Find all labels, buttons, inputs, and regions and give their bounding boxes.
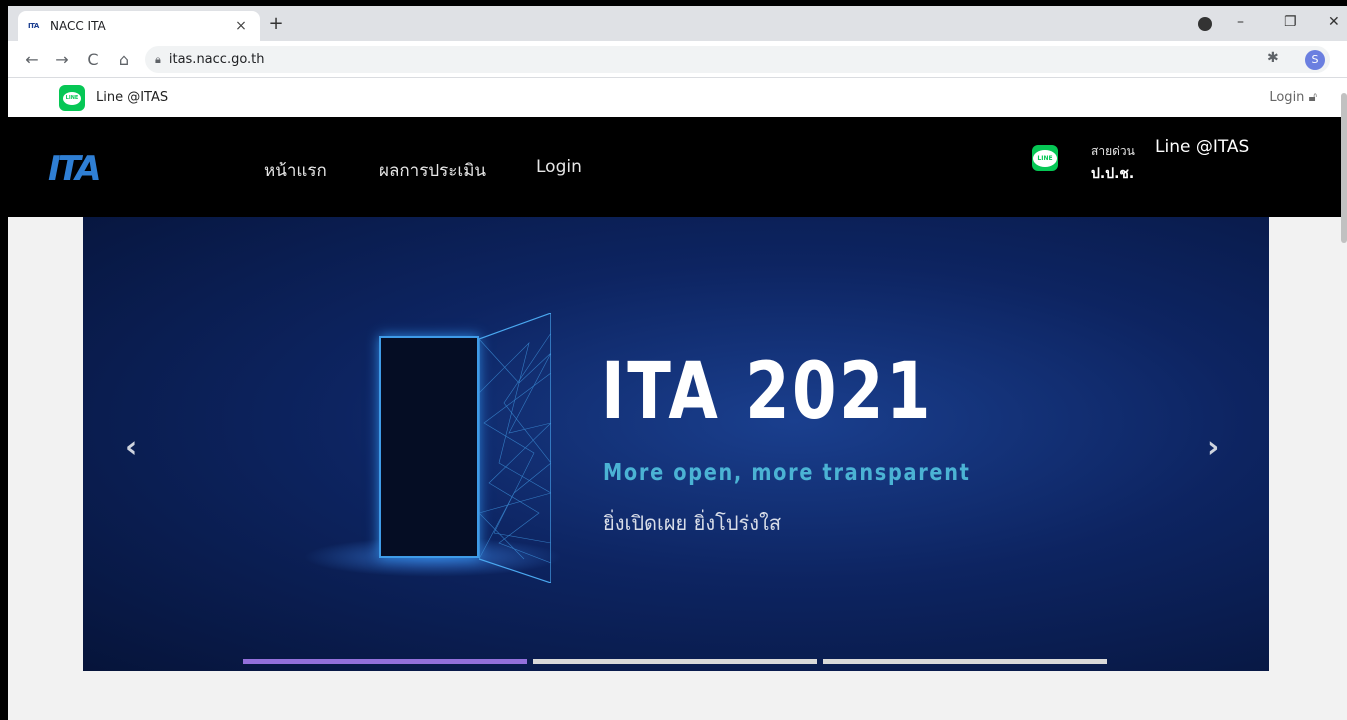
- nav-login[interactable]: Login: [536, 157, 582, 177]
- main-navbar: ITA หน้าแรก ผลการประเมิน Login LINE สายด…: [8, 117, 1347, 217]
- home-button[interactable]: ⌂: [115, 50, 133, 69]
- restore-button[interactable]: ❐: [1284, 14, 1297, 30]
- browser-toolbar: ← → C ⌂ 🔒︎ itas.nacc.go.th ☆ ✱ S ⋮: [8, 41, 1347, 78]
- address-bar[interactable]: 🔒︎ itas.nacc.go.th ☆: [145, 46, 1330, 73]
- tab-close-icon[interactable]: ×: [232, 18, 250, 34]
- hotline-line-id[interactable]: Line @ITAS: [1155, 137, 1249, 157]
- url-text: itas.nacc.go.th: [168, 52, 265, 67]
- tab-title: NACC ITA: [50, 19, 106, 33]
- close-window-button[interactable]: ✕: [1328, 14, 1340, 30]
- nav-home[interactable]: หน้าแรก: [264, 157, 327, 184]
- carousel-prev-icon[interactable]: ‹: [125, 430, 137, 465]
- slide-subtitle: More open, more transparent: [603, 460, 971, 486]
- slide-thai-tagline: ยิ่งเปิดเผย ยิ่งโปร่งใส: [603, 511, 782, 535]
- page-scrollbar[interactable]: [1341, 93, 1347, 243]
- browser-menu-icon[interactable]: ⋮: [1341, 50, 1347, 66]
- door-illustration: [379, 336, 479, 558]
- lock-icon: 🔓︎: [1308, 90, 1317, 105]
- line-account-link[interactable]: Line @ITAS: [96, 90, 168, 105]
- line-app-icon[interactable]: LINE: [59, 85, 85, 111]
- new-tab-button[interactable]: +: [266, 13, 286, 34]
- reload-button[interactable]: C: [84, 50, 102, 69]
- tab-search-icon[interactable]: [1198, 17, 1212, 31]
- top-info-bar: LINE Line @ITAS Login 🔓︎: [8, 79, 1347, 117]
- tab-strip: ITA NACC ITA × + – ❐ ✕: [8, 6, 1347, 41]
- ita-logo[interactable]: ITA: [48, 149, 102, 189]
- hotline-org: ป.ป.ช.: [1091, 166, 1135, 182]
- door-panel-mesh: [479, 313, 551, 583]
- extensions-icon[interactable]: ✱: [1267, 50, 1279, 66]
- carousel-indicators: [243, 659, 1107, 664]
- hotline-label: สายด่วน: [1091, 144, 1135, 158]
- indicator-slide-1[interactable]: [243, 659, 527, 664]
- top-login-link[interactable]: Login 🔓︎: [1269, 90, 1317, 105]
- browser-tab[interactable]: ITA NACC ITA ×: [18, 11, 260, 41]
- line-hotline-icon[interactable]: LINE: [1032, 145, 1058, 171]
- lock-icon[interactable]: 🔒︎: [155, 53, 161, 67]
- ita-favicon-icon: ITA: [28, 22, 39, 30]
- hero-carousel: ITA 2021 More open, more transparent ยิ่…: [83, 217, 1269, 671]
- carousel-next-icon[interactable]: ›: [1207, 430, 1219, 465]
- profile-avatar[interactable]: S: [1305, 50, 1325, 70]
- indicator-slide-2[interactable]: [533, 659, 817, 664]
- web-page: LINE Line @ITAS Login 🔓︎ ITA หน้าแรก ผลก…: [8, 79, 1347, 720]
- back-button[interactable]: ←: [23, 50, 41, 69]
- nav-results[interactable]: ผลการประเมิน: [379, 157, 486, 184]
- top-login-label: Login: [1269, 90, 1305, 105]
- indicator-slide-3[interactable]: [823, 659, 1107, 664]
- minimize-button[interactable]: –: [1237, 14, 1244, 30]
- slide-title: ITA 2021: [601, 347, 933, 437]
- forward-button[interactable]: →: [53, 50, 71, 69]
